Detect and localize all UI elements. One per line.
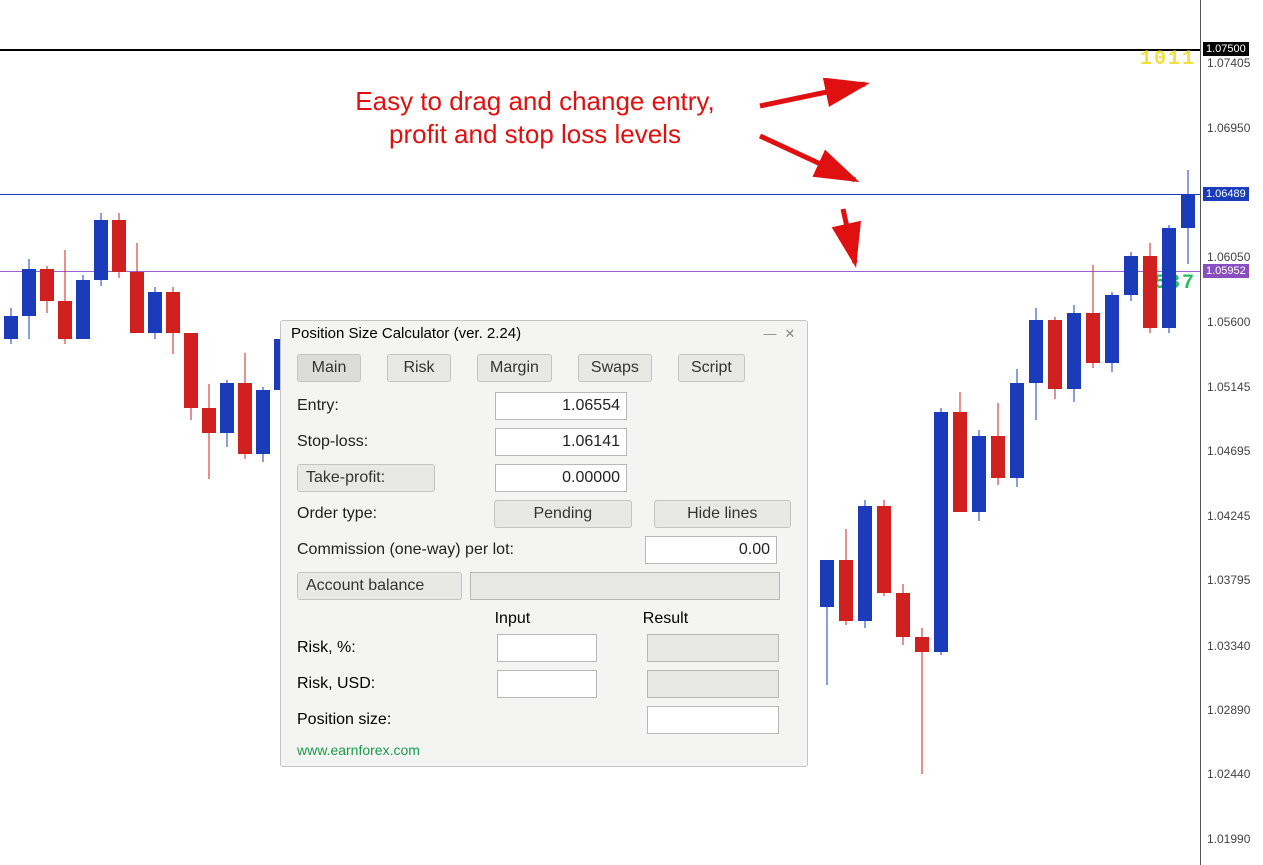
candle: [76, 275, 90, 339]
pending-button[interactable]: Pending: [494, 500, 631, 528]
position-size-calculator-dialog[interactable]: Position Size Calculator (ver. 2.24) — ✕…: [280, 320, 808, 767]
arrow-icon: [755, 130, 875, 190]
annotation-line2: profit and stop loss levels: [389, 119, 681, 149]
tab-risk[interactable]: Risk: [387, 354, 451, 382]
price-tag-purple: 1.05952: [1203, 264, 1249, 278]
candle: [915, 628, 929, 774]
price-tick: 1.03340: [1207, 639, 1250, 653]
footer-link[interactable]: www.earnforex.com: [281, 738, 807, 760]
candle: [112, 213, 126, 279]
position-size-label: Position size:: [297, 711, 647, 729]
hide-lines-button[interactable]: Hide lines: [654, 500, 791, 528]
candle: [94, 213, 108, 286]
annotation-text: Easy to drag and change entry, profit an…: [300, 85, 770, 150]
candle: [220, 380, 234, 447]
candle: [1124, 252, 1138, 301]
price-tick: 1.04245: [1207, 509, 1250, 523]
candle: [991, 403, 1005, 485]
risk-pct-result: [647, 634, 779, 662]
stop-loss-input[interactable]: [495, 428, 627, 456]
level-line-blue[interactable]: [0, 194, 1200, 195]
candle: [953, 392, 967, 513]
candle: [40, 266, 54, 312]
minimize-icon[interactable]: —: [761, 326, 779, 342]
commission-input[interactable]: [645, 536, 777, 564]
candle: [1162, 225, 1176, 334]
candle: [972, 430, 986, 521]
tab-margin[interactable]: Margin: [477, 354, 552, 382]
candle: [1086, 265, 1100, 368]
candle: [1067, 305, 1081, 402]
risk-usd-label: Risk, USD:: [297, 675, 497, 693]
candle: [4, 308, 18, 344]
dialog-title: Position Size Calculator (ver. 2.24): [291, 325, 521, 342]
candle: [858, 500, 872, 628]
candle: [896, 584, 910, 645]
account-balance-button[interactable]: Account balance: [297, 572, 462, 600]
candle: [1048, 317, 1062, 399]
candle: [1143, 243, 1157, 334]
candle: [1105, 292, 1119, 372]
price-tick: 1.06050: [1207, 250, 1250, 264]
price-tick: 1.07405: [1207, 56, 1250, 70]
result-column-header: Result: [643, 610, 791, 628]
take-profit-input[interactable]: [495, 464, 627, 492]
candle: [148, 287, 162, 339]
candle: [238, 353, 252, 459]
tab-script[interactable]: Script: [678, 354, 745, 382]
price-tag-blue: 1.06489: [1203, 187, 1249, 201]
price-tick: 1.05145: [1207, 380, 1250, 394]
level-line-black[interactable]: [0, 49, 1200, 51]
risk-usd-input[interactable]: [497, 670, 597, 698]
candle: [22, 259, 36, 339]
entry-input[interactable]: [495, 392, 627, 420]
dialog-titlebar[interactable]: Position Size Calculator (ver. 2.24) — ✕: [281, 321, 807, 346]
candle: [256, 387, 270, 461]
risk-usd-result: [647, 670, 779, 698]
account-balance-display: [470, 572, 780, 600]
price-tick: 1.02440: [1207, 767, 1250, 781]
stop-loss-label: Stop-loss:: [297, 433, 487, 451]
candle: [1029, 308, 1043, 420]
candle: [877, 500, 891, 595]
position-size-output: [647, 706, 779, 734]
price-axis: 1.07500 1.07405 1.06950 1.06489 1.06050 …: [1200, 0, 1263, 865]
candle: [1010, 369, 1024, 487]
candle: [166, 287, 180, 354]
close-icon[interactable]: ✕: [781, 326, 799, 342]
candle: [202, 384, 216, 479]
candle: [820, 560, 834, 685]
tab-main[interactable]: Main: [297, 354, 361, 382]
price-tick: 1.03795: [1207, 573, 1250, 587]
price-tag-black: 1.07500: [1203, 42, 1249, 56]
price-tick: 1.06950: [1207, 121, 1250, 135]
candle: [130, 243, 144, 334]
marker-yellow: 1011: [1140, 48, 1196, 71]
tab-swaps[interactable]: Swaps: [578, 354, 652, 382]
arrow-icon: [755, 78, 885, 118]
tab-bar: Main Risk Margin Swaps Script: [281, 346, 807, 388]
column-headers: Input Result: [281, 604, 807, 630]
entry-label: Entry:: [297, 397, 487, 415]
take-profit-button[interactable]: Take-profit:: [297, 464, 435, 492]
candle: [934, 408, 948, 655]
annotation-line1: Easy to drag and change entry,: [355, 86, 714, 116]
candle: [839, 529, 853, 626]
price-tick: 1.01990: [1207, 832, 1250, 846]
candle: [184, 333, 198, 419]
candle: [1181, 170, 1195, 264]
order-type-label: Order type:: [297, 505, 486, 523]
arrow-icon: [825, 205, 875, 275]
risk-pct-input[interactable]: [497, 634, 597, 662]
price-tick: 1.02890: [1207, 703, 1250, 717]
price-tick: 1.04695: [1207, 444, 1250, 458]
commission-label: Commission (one-way) per lot:: [297, 541, 637, 559]
price-tick: 1.05600: [1207, 315, 1250, 329]
level-line-purple[interactable]: [0, 271, 1200, 272]
input-column-header: Input: [495, 610, 643, 628]
risk-pct-label: Risk, %:: [297, 639, 497, 657]
candle: [58, 250, 72, 344]
